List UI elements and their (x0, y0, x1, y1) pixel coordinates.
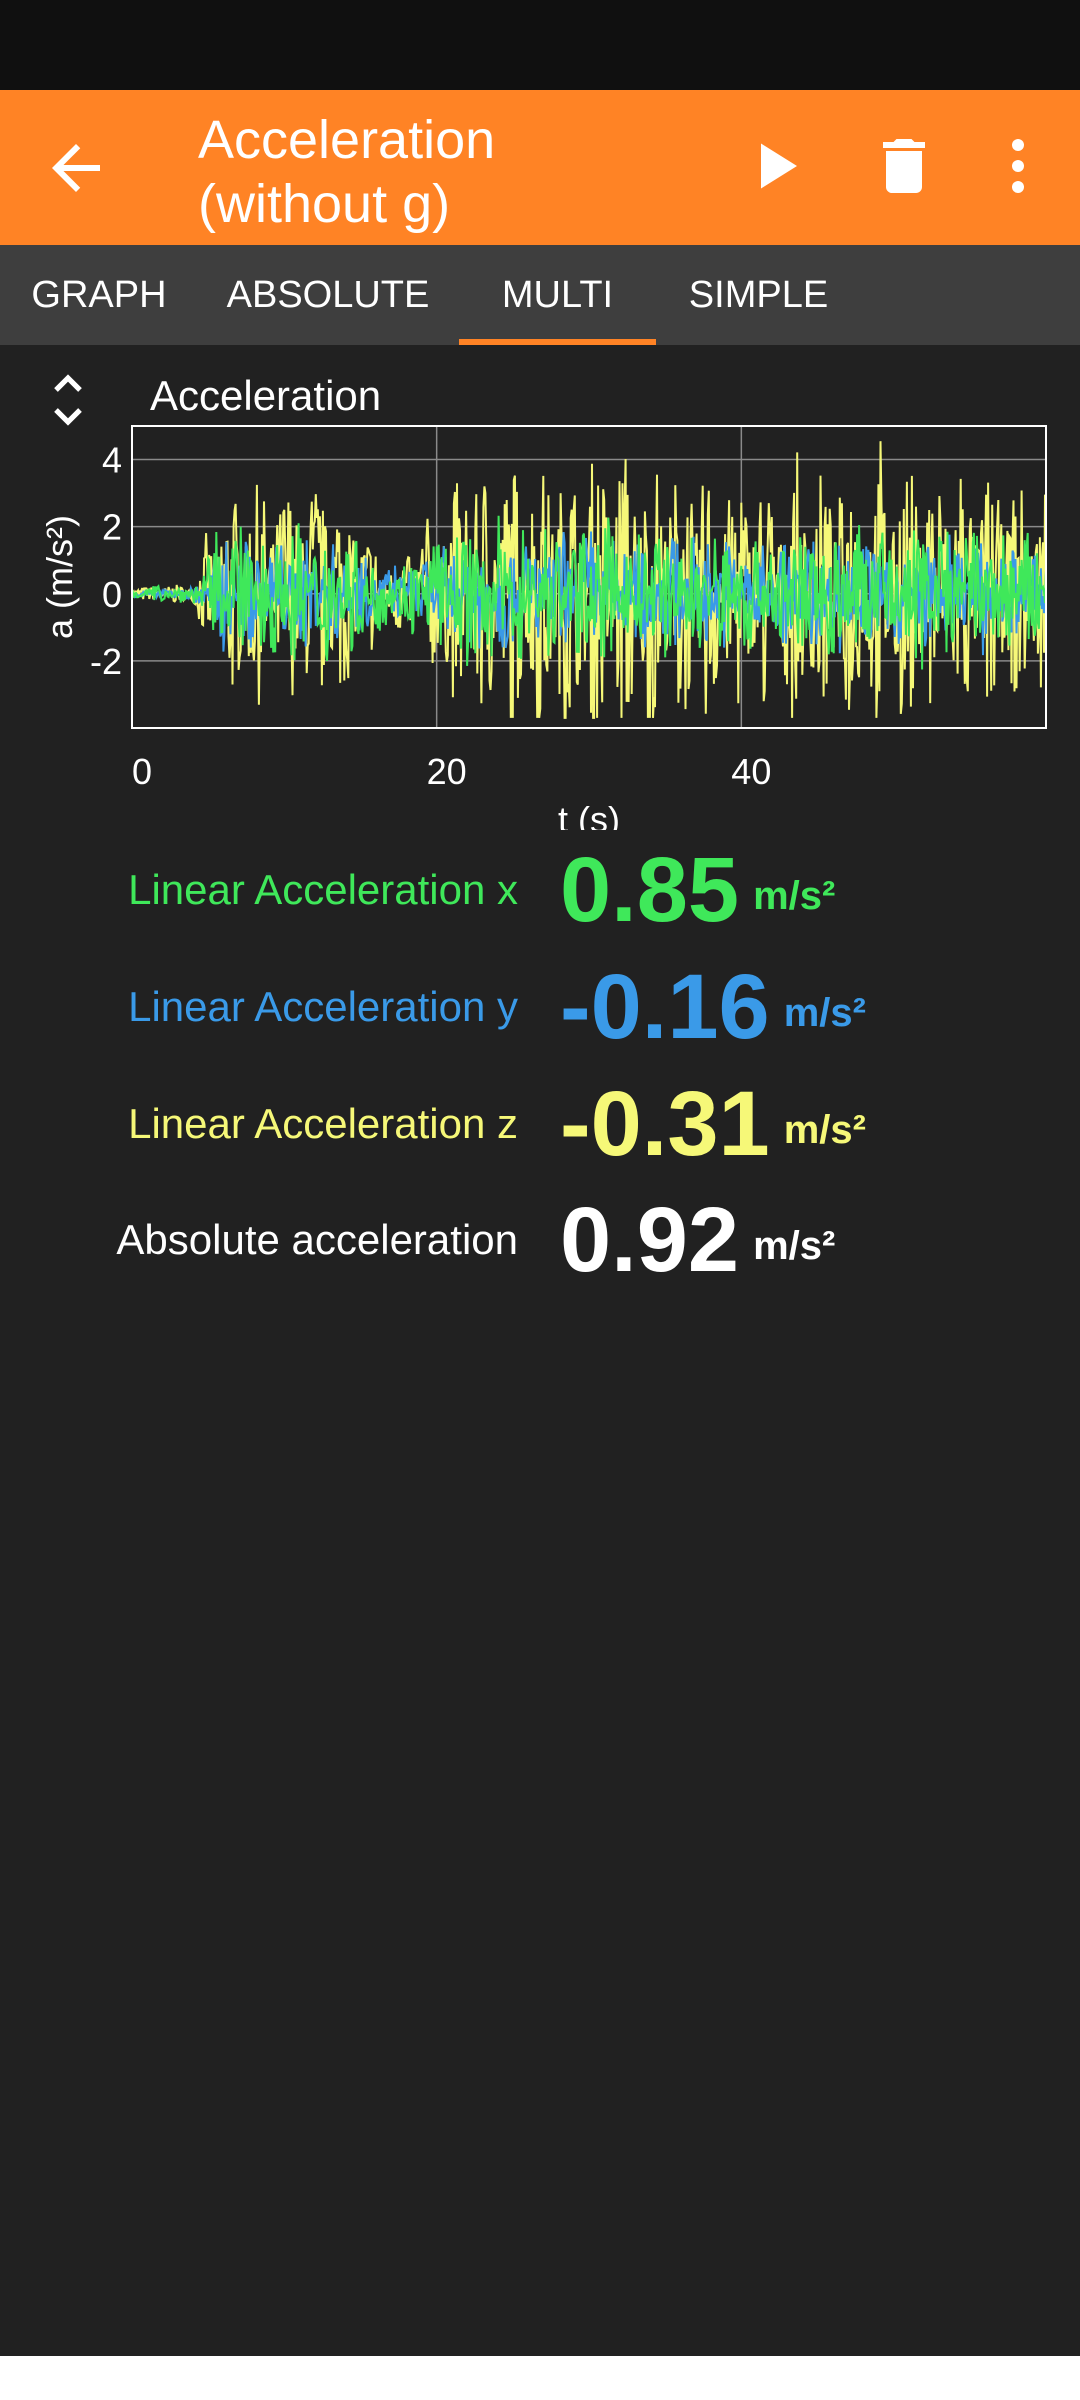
readout-value: -0.16 (560, 956, 770, 1058)
more-options-button[interactable] (990, 130, 1046, 202)
delete-button[interactable] (868, 130, 940, 202)
x-tick-label: 40 (731, 751, 771, 792)
tab-bar: GRAPH ABSOLUTE MULTI SIMPLE (0, 245, 1080, 345)
page-title: Acceleration (without g) (198, 110, 496, 234)
acceleration-plot[interactable]: 420-2 0 20 40 t (s) a (m/s²) (0, 410, 1080, 830)
y-tick-label: -2 (90, 641, 122, 682)
tab-absolute[interactable]: ABSOLUTE (208, 245, 448, 345)
readout-value-container: -0.16 m/s² (560, 957, 866, 1063)
readout-row: Linear Acceleration z -0.31 m/s² (0, 1074, 1080, 1174)
readout-label: Absolute acceleration (116, 1216, 518, 1263)
readout-row: Linear Acceleration y -0.16 m/s² (0, 957, 1080, 1057)
readout-label: Linear Acceleration x (128, 866, 518, 913)
x-tick-label: 20 (427, 751, 467, 792)
y-axis-label: a (m/s²) (39, 515, 80, 639)
readout-unit: m/s² (753, 874, 836, 918)
tab-graph[interactable]: GRAPH (0, 245, 198, 345)
play-button[interactable] (740, 130, 812, 202)
back-button[interactable] (40, 132, 112, 204)
readout-value: 0.92 (560, 1189, 740, 1291)
readout-unit: m/s² (783, 991, 866, 1035)
readout-row: Linear Acceleration x 0.85 m/s² (0, 840, 1080, 940)
readout-label: Linear Acceleration y (128, 983, 518, 1030)
y-tick-labels: 4 2 0 -2 (90, 440, 122, 682)
readout-unit: m/s² (783, 1108, 866, 1152)
y-tick-label: 4 (102, 440, 122, 481)
tab-simple[interactable]: SIMPLE (666, 245, 851, 345)
app-bar: Acceleration (without g) (0, 90, 1080, 245)
y-tick-label: 2 (102, 507, 122, 548)
trash-icon (883, 139, 925, 193)
readout-label: Linear Acceleration z (128, 1100, 518, 1147)
arrow-left-icon (52, 144, 100, 192)
readout-row: Absolute acceleration 0.92 m/s² (0, 1190, 1080, 1290)
x-tick-labels: 0 20 40 (132, 751, 771, 792)
readout-value: -0.31 (560, 1073, 770, 1175)
more-vert-icon (1012, 139, 1024, 193)
x-axis-label: t (s) (558, 799, 620, 830)
status-bar (0, 0, 1080, 90)
tab-multi[interactable]: MULTI (459, 245, 656, 345)
readout-value-container: 0.85 m/s² (560, 840, 835, 946)
plot-series (131, 441, 1047, 719)
readout-value-container: 0.92 m/s² (560, 1190, 835, 1296)
tab-active-indicator (459, 339, 656, 345)
readout-value: 0.85 (560, 839, 740, 941)
readout-unit: m/s² (753, 1224, 836, 1268)
x-tick-label: 0 (132, 751, 152, 792)
y-tick-label: 0 (102, 574, 122, 615)
readout-value-container: -0.31 m/s² (560, 1074, 866, 1180)
play-icon (761, 143, 797, 189)
navigation-bar (0, 2356, 1080, 2400)
